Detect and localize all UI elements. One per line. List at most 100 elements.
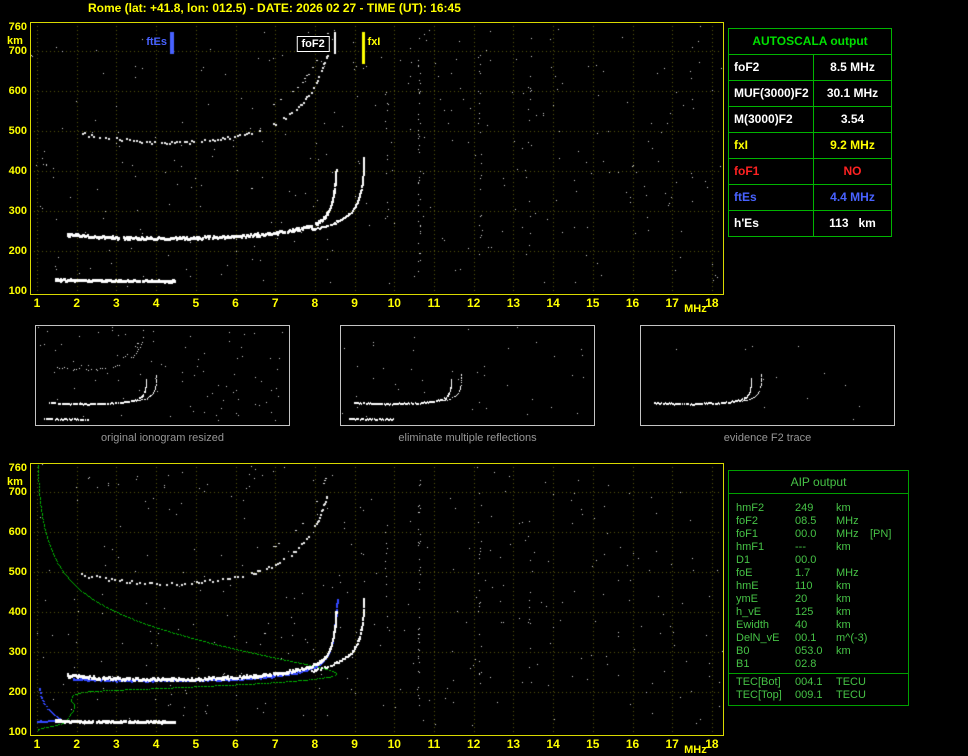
autoscala-row-h-es: h'Es 113 km — [729, 210, 891, 236]
y-tick-label: 300 — [8, 205, 27, 217]
aip-row-b1: B1 02.8 — [736, 658, 908, 671]
aip-row-hmf2: hmF2 249 km — [736, 502, 908, 515]
x-tick-label: 7 — [271, 737, 279, 751]
autoscala-label-fxi: fxI — [734, 138, 749, 152]
y-axis-unit: km — [7, 35, 23, 47]
aip-value: 08.5 — [795, 515, 817, 527]
x-tick-label: 12 — [467, 737, 481, 751]
aip-value: 249 — [795, 502, 814, 514]
autoscala-row-fof2: foF2 8.5 MHz — [729, 54, 891, 80]
y-tick-label: 600 — [8, 85, 27, 97]
aip-label: hmF1 — [736, 541, 765, 553]
autoscala-label-h-es: h'Es — [734, 216, 759, 230]
aip-unit: km — [836, 619, 851, 631]
aip-note — [870, 676, 908, 689]
thumbnail-caption-eliminate: eliminate multiple reflections — [398, 432, 537, 444]
aip-row-fof1: foF1 00.0 MHz [PN] — [736, 528, 908, 541]
aip-value: --- — [795, 541, 806, 553]
x-tick-label: 1 — [33, 737, 41, 751]
aip-row-hme: hmE 110 km — [736, 580, 908, 593]
x-tick-label: 11 — [427, 737, 441, 751]
autoscala-label-fof1: foF1 — [734, 164, 760, 178]
aip-note — [870, 606, 908, 619]
aip-row-b0: B0 053.0 km — [736, 645, 908, 658]
x-tick-label: 11 — [427, 296, 441, 310]
aip-value: 02.8 — [795, 658, 817, 670]
autoscala-output-table: AUTOSCALA output foF2 8.5 MHz MUF(3000)F2 3… — [728, 28, 892, 237]
x-tick-label: 6 — [232, 296, 239, 310]
x-tick-label: 8 — [311, 737, 319, 751]
aip-note — [870, 541, 908, 554]
x-tick-label: 17 — [665, 737, 679, 751]
aip-label: B0 — [736, 645, 750, 657]
aip-note — [870, 632, 908, 645]
aip-label: B1 — [736, 658, 750, 670]
aip-value: 1.7 — [795, 567, 811, 579]
aip-output-table: AIP output hmF2 249 km foF2 08.5 MHz foF1 00.0 M… — [728, 470, 909, 706]
thumbnail-eliminate-reflections — [340, 325, 595, 426]
aip-row-deln-ve: DelN_vE 00.1 m^(-3) — [736, 632, 908, 645]
aip-unit: m^(-3) — [836, 632, 868, 644]
aip-label: h_vE — [736, 606, 762, 618]
ionogram-top-canvas — [31, 23, 723, 294]
aip-row-yme: ymE 20 km — [736, 593, 908, 606]
x-tick-label: 7 — [271, 296, 279, 310]
thumbnail-caption-evidence: evidence F2 trace — [723, 432, 812, 444]
aip-value: 00.0 — [795, 528, 817, 540]
thumbnail-original-canvas — [36, 326, 289, 425]
aip-table-title: AIP output — [729, 471, 908, 494]
aip-row-fof2: foF2 08.5 MHz — [736, 515, 908, 528]
aip-label: foE — [736, 567, 753, 579]
aip-value: 20 — [795, 593, 808, 605]
x-tick-label: 10 — [387, 737, 401, 751]
autoscala-value-fxi: 9.2 MHz — [813, 133, 891, 158]
y-tick-label: 760 — [8, 21, 27, 33]
thumbnail-caption-original: original ionogram resized — [101, 432, 224, 444]
autoscala-row-fof1: foF1 NO — [729, 158, 891, 184]
y-tick-label: 200 — [8, 245, 27, 257]
aip-label: Ewidth — [736, 619, 770, 631]
aip-unit: MHz — [836, 528, 859, 540]
aip-value: 40 — [795, 619, 808, 631]
autoscala-label-m-3000-f2: M(3000)F2 — [734, 112, 793, 126]
aip-note — [870, 502, 908, 515]
x-tick-label: 5 — [192, 296, 200, 310]
aip-value: 00.0 — [795, 554, 817, 566]
aip-row-tec-top: TEC[Top] 009.1 TECU — [736, 689, 908, 702]
autoscala-label-fof2: foF2 — [734, 60, 760, 74]
aip-label: foF2 — [736, 515, 759, 527]
autoscala-table-title: AUTOSCALA output — [752, 34, 868, 48]
aip-value: 00.1 — [795, 632, 817, 644]
thumbnail-evidence-canvas — [641, 326, 894, 425]
autoscala-value-m-3000-f2: 3.54 — [813, 107, 891, 132]
aip-label: TEC[Top] — [736, 689, 782, 701]
aip-row-foe: foE 1.7 MHz — [736, 567, 908, 580]
y-tick-label: 500 — [8, 125, 27, 137]
aip-row-hmf1: hmF1 --- km — [736, 541, 908, 554]
ionogram-bottom-frame — [30, 463, 724, 736]
aip-unit: MHz — [836, 567, 859, 579]
autoscala-value-fof2: 8.5 MHz — [813, 55, 891, 80]
aip-label: DelN_vE — [736, 632, 780, 644]
aip-note — [870, 689, 908, 702]
x-tick-label: 15 — [586, 296, 600, 310]
thumbnail-evidence-f2 — [640, 325, 895, 426]
aip-value: 053.0 — [795, 645, 823, 657]
aip-unit: TECU — [836, 676, 866, 688]
aip-table-tec-rows: TEC[Bot] 004.1 TECU TEC[Top] 009.1 TECU — [729, 673, 908, 705]
aip-note — [870, 580, 908, 593]
aip-label: foF1 — [736, 528, 759, 540]
x-tick-label: 16 — [625, 296, 640, 310]
aip-unit: km — [836, 541, 851, 553]
autoscala-label-ftes: ftEs — [734, 190, 757, 204]
aip-label: D1 — [736, 554, 751, 566]
aip-unit — [836, 554, 870, 567]
aip-label: hmF2 — [736, 502, 765, 514]
aip-value: 125 — [795, 606, 814, 618]
ionogram-top-frame — [30, 22, 724, 295]
y-tick-label: 400 — [8, 165, 27, 177]
aip-unit: MHz — [836, 515, 859, 527]
marker-label-ftes: ftEs — [146, 36, 167, 48]
y-axis-unit: km — [7, 476, 23, 488]
aip-note — [870, 515, 908, 528]
